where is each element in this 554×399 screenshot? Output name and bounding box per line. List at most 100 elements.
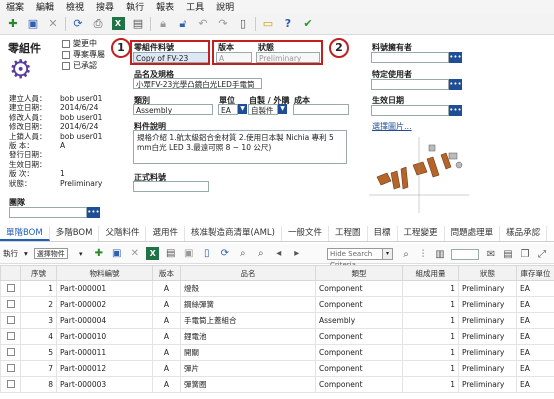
undo-icon[interactable]: ↶ <box>195 16 211 32</box>
tab-eng-changes[interactable]: 工程變更 <box>398 226 445 241</box>
add-row-icon[interactable]: ✚ <box>92 247 106 261</box>
grid-expand-icon[interactable]: ⤢ <box>535 247 549 261</box>
exec-dropdown-icon[interactable]: ▾ <box>24 249 28 258</box>
tab-drawings[interactable]: 工程圖 <box>329 226 368 241</box>
tab-general-docs[interactable]: 一般文件 <box>282 226 330 241</box>
make-buy-dropdown-icon[interactable]: ▼ <box>278 104 287 114</box>
tab-issues[interactable]: 問題處理單 <box>445 226 501 241</box>
grid-next-icon[interactable]: ▸ <box>290 247 304 261</box>
description-textarea[interactable]: 規格介紹 1.航太級鋁合金材質 2.使用日本製 Nichia 專利 5 mm白光… <box>133 130 347 164</box>
tab-targets[interactable]: 目標 <box>368 226 398 241</box>
grid-columns-icon[interactable]: ▥ <box>433 247 447 261</box>
row-checkbox[interactable] <box>0 312 21 329</box>
tab-multi-bom[interactable]: 多階BOM <box>50 226 100 241</box>
col-version[interactable]: 版本 <box>152 265 181 281</box>
exclusive-checkbox[interactable] <box>62 50 70 59</box>
grid-first-icon[interactable]: ◂ <box>272 247 286 261</box>
col-name[interactable]: 品名 <box>180 265 316 281</box>
cost-field[interactable] <box>293 104 349 115</box>
col-part-number[interactable]: 物料編號 <box>56 265 153 281</box>
row-checkbox[interactable] <box>0 280 21 297</box>
tab-single-bom[interactable]: 單階BOM <box>0 226 50 241</box>
col-uom[interactable]: 庫存單位 <box>516 265 554 281</box>
specific-user-field[interactable] <box>371 79 449 90</box>
redo-icon[interactable]: ↷ <box>215 16 231 32</box>
search-criteria-dropdown-icon[interactable]: ▾ <box>382 248 393 260</box>
table-row[interactable]: 5 Part-000011 A 開關 Component 1 Preliminary EA <box>0 344 554 361</box>
unit-select[interactable]: EA <box>218 104 238 115</box>
changing-flag[interactable]: 變更中 <box>62 38 97 49</box>
lock-icon[interactable]: 🔒︎ <box>155 16 171 32</box>
grid-export-icon[interactable]: ▤ <box>164 247 178 261</box>
grid-page-field[interactable] <box>451 249 479 260</box>
name-spec-field[interactable]: 小眾FV-23光學凸鏡白光LED手電筒 <box>133 78 262 89</box>
select-image-link[interactable]: 選擇圖片... <box>372 121 412 132</box>
grid-delete-icon[interactable]: ✕ <box>128 247 142 261</box>
select-object-dropdown[interactable]: 選擇物件 <box>33 248 68 259</box>
effective-date-field[interactable] <box>371 105 449 116</box>
unit-dropdown-icon[interactable]: ▼ <box>238 104 247 114</box>
row-checkbox[interactable] <box>0 344 21 361</box>
excel-icon[interactable]: X <box>110 16 126 32</box>
new-icon[interactable]: ✚ <box>5 16 21 32</box>
col-quantity[interactable]: 組成用量 <box>402 265 459 281</box>
grid-mail-icon[interactable]: ✉ <box>484 247 498 261</box>
menu-edit[interactable]: 編輯 <box>30 0 60 13</box>
table-row[interactable]: 2 Part-000002 A 鋼絲彈簧 Component 1 Preliminary EA <box>0 296 554 313</box>
revise-icon[interactable]: ▯ <box>235 16 251 32</box>
grid-unlock-icon[interactable]: ▯ <box>200 247 214 261</box>
approved-checkbox[interactable] <box>62 61 70 70</box>
export-icon[interactable]: ▤ <box>130 16 146 32</box>
col-status[interactable]: 狀態 <box>458 265 517 281</box>
menu-view[interactable]: 檢視 <box>60 0 90 13</box>
help-icon[interactable]: ? <box>280 16 296 32</box>
row-checkbox[interactable] <box>0 360 21 377</box>
grid-lock-icon[interactable]: ▣ <box>182 247 196 261</box>
make-buy-select[interactable]: 自製件 <box>248 104 278 115</box>
grid-find-next-icon[interactable]: ⌕ <box>254 247 268 261</box>
col-type[interactable]: 類型 <box>315 265 403 281</box>
owner-field[interactable] <box>371 52 449 63</box>
row-checkbox[interactable] <box>0 296 21 313</box>
row-checkbox[interactable] <box>0 328 21 345</box>
specific-user-lookup-button[interactable]: ••• <box>449 79 462 90</box>
category-field[interactable]: Assembly <box>133 104 213 115</box>
grid-view-icon[interactable]: ▤ <box>501 247 515 261</box>
col-seq[interactable]: 序號 <box>20 265 57 281</box>
tab-parent-parts[interactable]: 父階料件 <box>99 226 147 241</box>
table-row[interactable]: 3 Part-000004 A 手電筒上蓋組合 Assembly 1 Preliminary… <box>0 312 554 329</box>
group-lookup-button[interactable]: ••• <box>87 207 100 218</box>
group-field[interactable] <box>9 207 87 218</box>
panel-icon[interactable]: ▭ <box>260 16 276 32</box>
menu-file[interactable]: 檔案 <box>0 0 30 13</box>
check-icon[interactable]: ✔ <box>300 16 316 32</box>
table-row[interactable]: 4 Part-000010 A 鋰電池 Component 1 Preliminary EA <box>0 328 554 345</box>
print-icon[interactable]: ⎙ <box>90 16 106 32</box>
tab-optional-parts[interactable]: 選用件 <box>146 226 185 241</box>
exclusive-flag[interactable]: 專案專屬 <box>62 49 105 60</box>
save-icon[interactable]: ▣ <box>25 16 41 32</box>
formal-number-field[interactable] <box>133 181 209 192</box>
grid-refresh-icon[interactable]: ⟳ <box>218 247 232 261</box>
grid-search-go-icon[interactable]: ⌕ <box>399 247 413 261</box>
changing-checkbox[interactable] <box>62 39 70 48</box>
menu-tools[interactable]: 工具 <box>180 0 210 13</box>
exec-menu[interactable]: 執行 <box>3 248 18 259</box>
menu-help[interactable]: 說明 <box>210 0 240 13</box>
select-all-header[interactable] <box>0 265 21 281</box>
refresh-icon[interactable]: ⟳ <box>70 16 86 32</box>
table-row[interactable]: 1 Part-000001 A 燈殼 Component 1 Preliminary EA <box>0 280 554 297</box>
menu-search[interactable]: 搜尋 <box>90 0 120 13</box>
menu-run[interactable]: 執行 <box>120 0 150 13</box>
calendar-button[interactable]: ••• <box>449 105 462 116</box>
owner-lookup-button[interactable]: ••• <box>449 52 462 63</box>
grid-filter-icon[interactable]: ⫶ <box>416 247 430 261</box>
table-row[interactable]: 8 Part-000003 A 彈簧圈 Component 1 Preliminary EA <box>0 376 554 393</box>
tab-aml[interactable]: 核准製造商清單(AML) <box>185 226 282 241</box>
grid-excel-icon[interactable]: X <box>146 247 160 261</box>
delete-icon[interactable]: ✕ <box>45 16 61 32</box>
select-arrow-icon[interactable]: ▾ <box>74 247 88 261</box>
unlock-icon[interactable]: 🔓︎ <box>175 16 191 32</box>
approved-flag[interactable]: 已承認 <box>62 60 97 71</box>
grid-save-icon[interactable]: ▣ <box>110 247 124 261</box>
